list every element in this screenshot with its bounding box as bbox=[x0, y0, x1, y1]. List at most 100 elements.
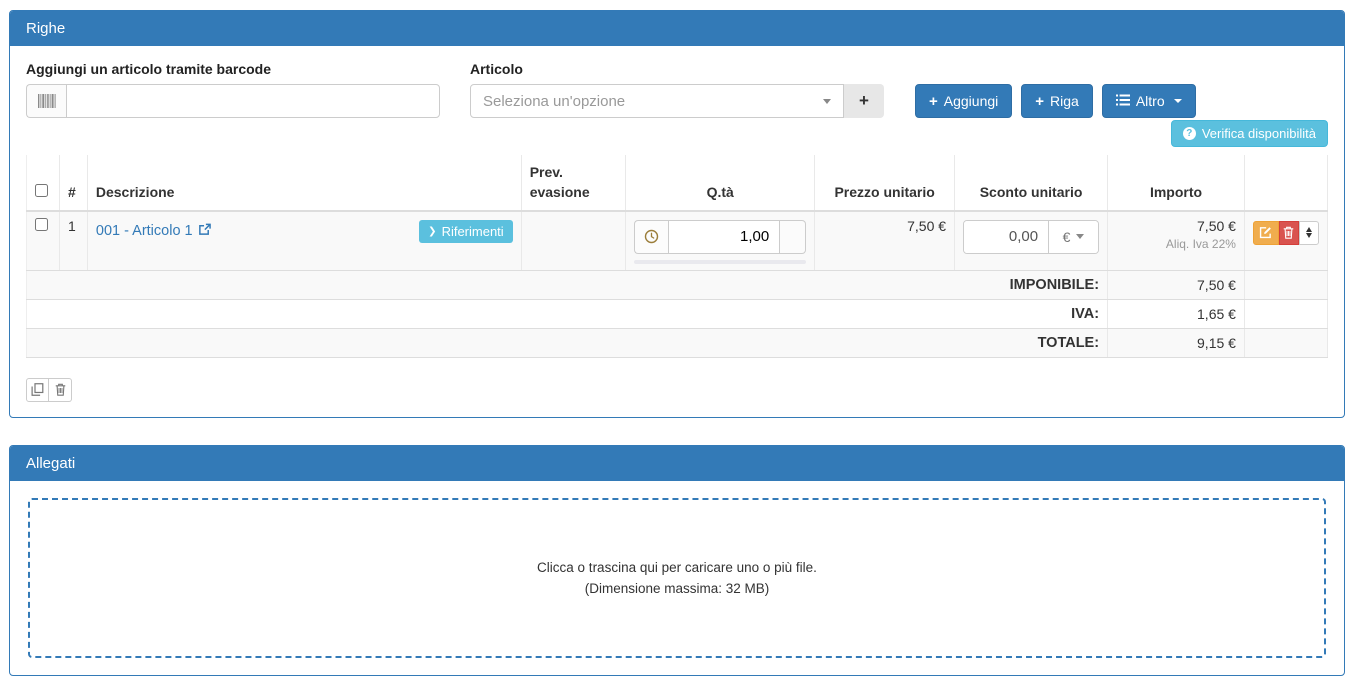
chevron-down-icon bbox=[1076, 234, 1084, 239]
header-importo: Importo bbox=[1108, 155, 1245, 211]
riferimenti-badge[interactable]: ❯ Riferimenti bbox=[419, 220, 513, 243]
file-dropzone[interactable]: Clicca o trascina qui per caricare uno o… bbox=[28, 498, 1326, 658]
iva-value: 1,65 € bbox=[1108, 299, 1245, 328]
copy-icon bbox=[31, 383, 44, 396]
caret-down-icon bbox=[1174, 99, 1182, 103]
imponibile-label: IMPONIBILE: bbox=[27, 270, 1108, 299]
row-number: 1 bbox=[59, 211, 87, 271]
edit-row-button[interactable] bbox=[1253, 221, 1279, 245]
articolo-select-group: Seleziona un'opzione + bbox=[470, 84, 884, 118]
articolo-group: Articolo Seleziona un'opzione + bbox=[470, 61, 884, 118]
delete-row-button[interactable] bbox=[1279, 221, 1299, 245]
header-actions bbox=[1244, 155, 1327, 211]
totale-label: TOTALE: bbox=[27, 328, 1108, 357]
sort-down-icon bbox=[1306, 233, 1312, 238]
qta-addon bbox=[780, 220, 806, 254]
sort-row-handle[interactable] bbox=[1299, 221, 1319, 245]
table-header-row: # Descrizione Prev. evasione Q.tà Prezzo… bbox=[27, 155, 1328, 211]
summary-row-imponibile: IMPONIBILE: 7,50 € bbox=[27, 270, 1328, 299]
riferimenti-badge-label: Riferimenti bbox=[442, 224, 504, 239]
pencil-square-icon bbox=[1259, 226, 1272, 239]
iva-label: IVA: bbox=[27, 299, 1108, 328]
chevron-right-icon: ❯ bbox=[428, 226, 436, 237]
euro-sign: € bbox=[1063, 229, 1071, 245]
imponibile-value: 7,50 € bbox=[1108, 270, 1245, 299]
article-link[interactable]: 001 - Articolo 1 bbox=[96, 223, 211, 240]
row-importo: 7,50 € bbox=[1116, 218, 1236, 234]
row-aliquota: Aliq. Iva 22% bbox=[1116, 237, 1236, 251]
righe-panel-body: Aggiungi un articolo tramite barcode Art… bbox=[10, 46, 1344, 417]
row-descrizione-cell: 001 - Articolo 1 ❯ Riferimenti bbox=[87, 211, 521, 271]
summary-empty-cell bbox=[1244, 328, 1327, 357]
bulk-action-toolbar bbox=[26, 378, 1328, 402]
allegati-panel-body: Clicca o trascina qui per caricare uno o… bbox=[10, 481, 1344, 675]
clock-icon bbox=[634, 220, 668, 254]
row-prev-evasione-cell bbox=[521, 211, 626, 271]
plus-icon: + bbox=[929, 93, 938, 110]
header-qta: Q.tà bbox=[626, 155, 815, 211]
select-all-checkbox[interactable] bbox=[35, 184, 48, 197]
sconto-input[interactable] bbox=[964, 221, 1048, 253]
row-qta-cell bbox=[626, 211, 815, 271]
allegati-panel-title: Allegati bbox=[10, 446, 1344, 481]
aggiungi-button-label: Aggiungi bbox=[944, 93, 999, 109]
question-circle-icon: ? bbox=[1183, 127, 1196, 140]
righe-panel: Righe Aggiungi un articolo tramite barco… bbox=[9, 10, 1345, 418]
righe-table: # Descrizione Prev. evasione Q.tà Prezzo… bbox=[26, 155, 1328, 358]
header-descrizione: Descrizione bbox=[87, 155, 521, 211]
sort-up-icon bbox=[1306, 227, 1312, 232]
trash-icon bbox=[55, 383, 66, 396]
articolo-select[interactable]: Seleziona un'opzione bbox=[470, 84, 844, 118]
qta-input[interactable] bbox=[668, 220, 780, 254]
external-link-icon bbox=[198, 223, 211, 240]
summary-empty-cell bbox=[1244, 299, 1327, 328]
dropzone-text-line2: (Dimensione massima: 32 MB) bbox=[585, 581, 770, 596]
select-all-header bbox=[27, 155, 60, 211]
summary-empty-cell bbox=[1244, 270, 1327, 299]
barcode-input[interactable] bbox=[66, 84, 440, 118]
righe-panel-title: Righe bbox=[10, 11, 1344, 46]
summary-row-iva: IVA: 1,65 € bbox=[27, 299, 1328, 328]
list-icon bbox=[1116, 93, 1130, 109]
row-action-buttons: + Aggiungi + Riga Altro bbox=[915, 84, 1196, 118]
verifica-row: ? Verifica disponibilità bbox=[26, 120, 1328, 147]
row-select-cell bbox=[27, 211, 60, 271]
row-importo-cell: 7,50 € Aliq. Iva 22% bbox=[1108, 211, 1245, 271]
summary-row-totale: TOTALE: 9,15 € bbox=[27, 328, 1328, 357]
row-prezzo-unitario: 7,50 € bbox=[815, 211, 955, 271]
header-prev-evasione: Prev. evasione bbox=[521, 155, 626, 211]
riga-button-label: Riga bbox=[1050, 93, 1079, 109]
dropzone-text-line1: Clicca o trascina qui per caricare uno o… bbox=[537, 560, 817, 575]
aggiungi-button[interactable]: + Aggiungi bbox=[915, 84, 1012, 118]
verifica-disponibilita-button[interactable]: ? Verifica disponibilità bbox=[1171, 120, 1328, 147]
article-link-label: 001 - Articolo 1 bbox=[96, 223, 193, 239]
barcode-icon bbox=[26, 84, 66, 118]
row-sconto-cell: € bbox=[955, 211, 1108, 271]
plus-icon: + bbox=[1035, 93, 1044, 110]
duplicate-rows-button[interactable] bbox=[26, 378, 49, 402]
verifica-button-label: Verifica disponibilità bbox=[1202, 126, 1316, 141]
articolo-label: Articolo bbox=[470, 61, 884, 77]
delete-rows-button[interactable] bbox=[49, 378, 72, 402]
sconto-unit-dropdown[interactable]: € bbox=[1048, 221, 1098, 253]
add-article-form-row: Aggiungi un articolo tramite barcode Art… bbox=[26, 61, 1328, 118]
header-num: # bbox=[59, 155, 87, 211]
totale-value: 9,15 € bbox=[1108, 328, 1245, 357]
articolo-select-placeholder: Seleziona un'opzione bbox=[483, 93, 625, 110]
altro-button-label: Altro bbox=[1136, 93, 1165, 109]
add-article-button[interactable]: + bbox=[844, 84, 884, 118]
header-prezzo-unitario: Prezzo unitario bbox=[815, 155, 955, 211]
qta-progress-bar bbox=[634, 260, 806, 264]
altro-dropdown-button[interactable]: Altro bbox=[1102, 84, 1196, 118]
barcode-label: Aggiungi un articolo tramite barcode bbox=[26, 61, 440, 77]
riga-button[interactable]: + Riga bbox=[1021, 84, 1093, 118]
table-row: 1 001 - Articolo 1 ❯ Riferimen bbox=[27, 211, 1328, 271]
row-select-checkbox[interactable] bbox=[35, 218, 48, 231]
trash-icon bbox=[1283, 226, 1294, 239]
header-sconto-unitario: Sconto unitario bbox=[955, 155, 1108, 211]
chevron-down-icon bbox=[823, 99, 831, 104]
allegati-panel: Allegati Clicca o trascina qui per caric… bbox=[9, 445, 1345, 676]
row-actions-cell bbox=[1244, 211, 1327, 271]
barcode-input-group bbox=[26, 84, 440, 118]
barcode-group: Aggiungi un articolo tramite barcode bbox=[26, 61, 440, 118]
